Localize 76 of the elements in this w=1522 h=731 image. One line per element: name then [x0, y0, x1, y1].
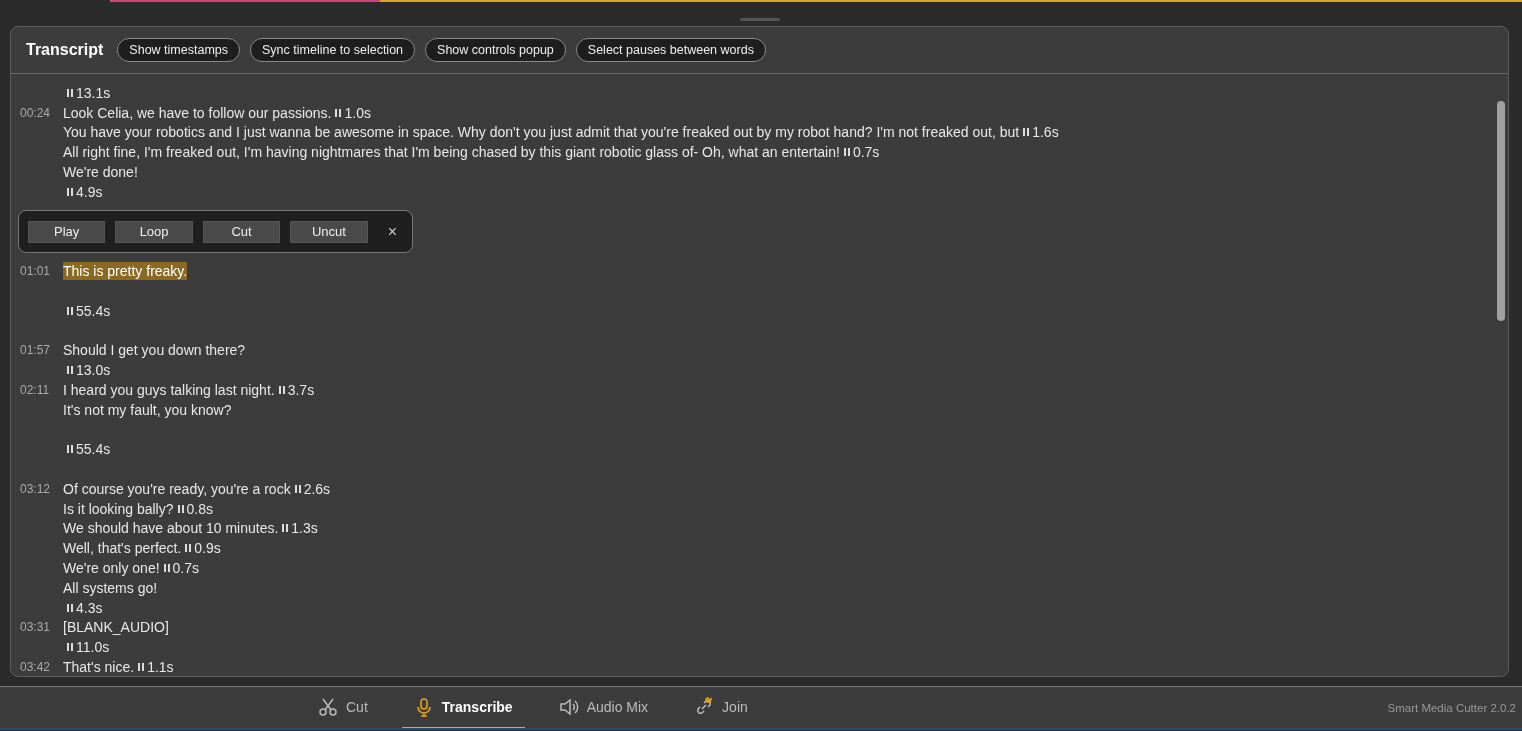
pause-duration: 1.6s	[1032, 124, 1059, 141]
pause-icon	[67, 445, 73, 454]
transcript-text[interactable]: Look Celia, we have to follow our passions.	[63, 103, 332, 122]
transcript-text[interactable]: That's nice.	[63, 658, 135, 676]
transcript-text[interactable]: Should I get you down there?	[63, 341, 246, 360]
pause-icon	[1023, 128, 1030, 137]
mode-tab[interactable]: Join	[682, 687, 760, 730]
timestamp: 03:12	[20, 481, 51, 496]
transcript-text[interactable]: You have your robotics and I just wanna be awesome in space. Why don't you just admit that you're freaked out by my robot hand? I'm not freaked out, but	[63, 123, 1020, 142]
transcript-text[interactable]: All systems go!	[63, 578, 158, 597]
toggle-button[interactable]: Show timestamps	[117, 38, 240, 62]
speaker-icon	[558, 697, 579, 717]
scissors-icon	[318, 697, 338, 717]
pause-icon	[177, 504, 184, 513]
pause-icon	[67, 187, 73, 196]
pause-icon	[843, 148, 850, 157]
transcript-text[interactable]: All right fine, I'm freaked out, I'm having nightmares that I'm being chased by this giant robotic glass of- Oh, what an entertain!	[63, 143, 840, 162]
transcript-text[interactable]: It's not my fault, you know?	[63, 400, 232, 419]
toggle-button[interactable]: Sync timeline to selection	[250, 38, 416, 62]
pause-duration: 4.3s	[76, 599, 103, 616]
pause-icon	[67, 306, 73, 315]
link-icon	[694, 697, 715, 717]
timestamp: 02:11	[20, 382, 50, 397]
timestamp: 01:57	[20, 343, 51, 358]
scrollbar-thumb[interactable]	[1497, 101, 1505, 321]
pause-duration: 2.6s	[303, 480, 331, 497]
panel-title: Transcript	[26, 41, 104, 59]
pause-icon	[67, 88, 73, 97]
pause-duration: 1.1s	[147, 659, 174, 675]
pause-duration: 0.7s	[852, 144, 880, 161]
pause-icon	[67, 366, 73, 375]
pause-icon	[67, 643, 73, 652]
highlighted-transcript-text[interactable]: This is pretty freaky.	[63, 262, 188, 281]
toggle-button[interactable]: Select pauses between words	[575, 38, 766, 62]
timestamp: 03:31	[20, 620, 51, 635]
pause-duration: 11.0s	[76, 639, 110, 656]
transcript-text[interactable]: Well, that's perfect.	[63, 539, 182, 558]
timestamp: 01:01	[20, 264, 51, 279]
timestamp: 00:24	[20, 105, 51, 120]
pause-duration: 0.7s	[172, 560, 200, 576]
pause-duration: 0.9s	[194, 540, 221, 557]
popup-button[interactable]: Play	[28, 220, 106, 243]
transcript-text[interactable]: I heard you guys talking last night.	[63, 380, 275, 399]
toggle-button[interactable]: Show controls popup	[425, 38, 566, 62]
pause-duration: 1.3s	[291, 520, 318, 537]
transcript-text[interactable]: We should have about 10 minutes.	[63, 519, 279, 538]
pause-icon	[185, 544, 192, 553]
timestamp: 03:42	[20, 660, 51, 674]
pause-duration: 55.4s	[76, 441, 111, 458]
transcript-text[interactable]: We're done!	[63, 163, 138, 182]
pause-icon	[294, 484, 301, 493]
pause-icon	[282, 524, 289, 533]
resize-handle[interactable]	[740, 18, 780, 21]
mode-tab[interactable]: Cut	[306, 687, 380, 730]
pause-duration: 55.4s	[76, 302, 111, 319]
pause-duration: 3.7s	[287, 381, 315, 398]
pause-duration: 13.1s	[76, 84, 111, 101]
mode-tab[interactable]: Audio Mix	[546, 687, 661, 730]
close-button[interactable]: ×	[381, 221, 403, 242]
popup-button[interactable]: Cut	[202, 220, 281, 243]
pause-icon	[278, 385, 285, 394]
transcript-text[interactable]: Is it looking bally?	[63, 499, 174, 518]
transcript-text[interactable]: Of course you're ready, you're a rock	[63, 479, 291, 498]
pause-duration: 13.0s	[76, 362, 111, 379]
pause-icon	[67, 603, 73, 612]
transcript-text[interactable]: We're only one!	[63, 559, 160, 577]
version-label: Smart Media Cutter 2.0.2	[1387, 702, 1516, 714]
pause-duration: 1.0s	[344, 104, 371, 121]
transcript-text[interactable]: [BLANK_AUDIO]	[63, 618, 169, 637]
popup-button[interactable]: Loop	[115, 220, 193, 243]
pause-icon	[163, 564, 170, 572]
pause-duration: 4.9s	[76, 183, 103, 200]
pause-icon	[138, 663, 145, 671]
popup-button[interactable]: Uncut	[290, 220, 368, 243]
pause-duration: 0.8s	[186, 500, 213, 517]
pause-icon	[335, 108, 342, 117]
